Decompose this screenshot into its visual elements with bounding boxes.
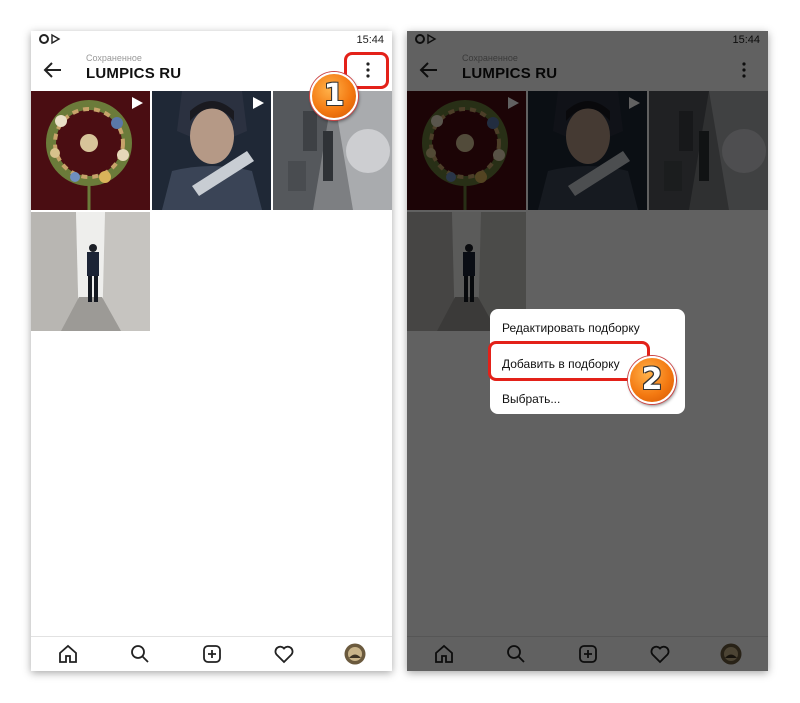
- heart-icon[interactable]: [273, 643, 295, 665]
- post-thumbnail-portrait[interactable]: [152, 91, 271, 210]
- bottom-navigation: [31, 636, 392, 671]
- step-badge-2: 2: [628, 356, 676, 404]
- status-bar: 15:44: [31, 31, 392, 49]
- post-thumbnail-corridor[interactable]: [31, 212, 150, 331]
- video-icon: [252, 97, 264, 109]
- menu-item-edit-collection[interactable]: Редактировать подборку: [502, 321, 640, 335]
- menu-item-select[interactable]: Выбрать...: [502, 392, 560, 406]
- step-badge-1: 1: [310, 72, 358, 120]
- status-time: 15:44: [356, 34, 384, 46]
- phone-screen-left: 15:44 Сохраненное LUMPICS RU: [31, 31, 392, 671]
- status-icons: [39, 33, 65, 48]
- home-icon[interactable]: [57, 643, 79, 665]
- search-icon[interactable]: [129, 643, 151, 665]
- profile-avatar[interactable]: [344, 643, 366, 665]
- highlight-add-to-collection: [488, 341, 650, 381]
- header-subtitle: Сохраненное: [86, 53, 142, 63]
- collection-title: LUMPICS RU: [86, 65, 182, 82]
- add-post-icon[interactable]: [201, 643, 223, 665]
- post-thumbnail-wreath[interactable]: [31, 91, 150, 210]
- back-arrow-icon[interactable]: [41, 58, 65, 82]
- video-icon: [131, 97, 143, 109]
